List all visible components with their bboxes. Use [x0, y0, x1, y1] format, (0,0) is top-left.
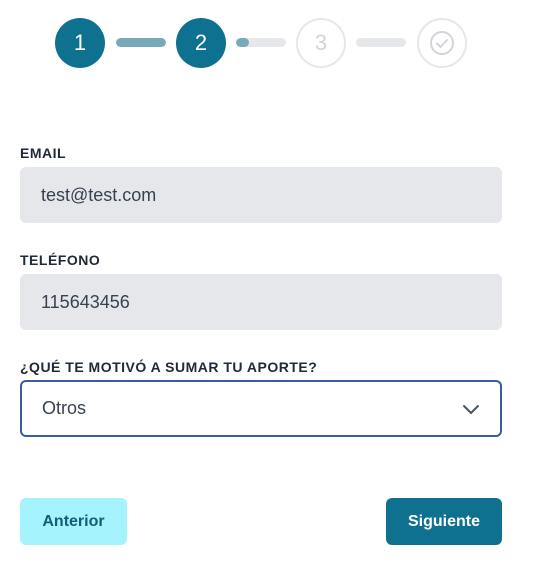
step-1-number: 1	[73, 30, 87, 55]
step-connector-1	[116, 38, 166, 47]
progress-stepper: 1 2 3	[0, 0, 538, 90]
motivation-select[interactable]: Otros	[20, 380, 502, 437]
motivation-label: ¿QUÉ TE MOTIVÓ A SUMAR TU APORTE?	[20, 359, 318, 375]
next-button-label: Siguiente	[407, 512, 480, 530]
phone-value: 115643456	[41, 291, 130, 312]
check-circle-icon	[430, 31, 454, 55]
step-1: 1	[55, 18, 105, 68]
step-connector-1-fill	[116, 38, 166, 47]
step-connector-3	[356, 38, 406, 47]
email-value: test@test.com	[41, 184, 157, 205]
step-3: 3	[296, 18, 346, 68]
step-2: 2	[176, 18, 226, 68]
next-button[interactable]: Siguiente	[386, 498, 502, 545]
step-connector-2-fill	[236, 38, 249, 47]
step-2-number: 2	[194, 30, 208, 55]
phone-field[interactable]: 115643456	[20, 274, 502, 330]
email-field[interactable]: test@test.com	[20, 167, 502, 223]
chevron-down-icon	[463, 404, 479, 414]
motivation-selected-value: Otros	[42, 398, 87, 418]
step-3-number: 3	[314, 30, 328, 55]
previous-button[interactable]: Anterior	[20, 498, 127, 545]
previous-button-label: Anterior	[42, 512, 105, 530]
email-label: EMAIL	[20, 145, 67, 161]
step-4	[417, 18, 467, 68]
phone-label: TELÉFONO	[20, 252, 101, 268]
step-connector-2	[236, 38, 286, 47]
